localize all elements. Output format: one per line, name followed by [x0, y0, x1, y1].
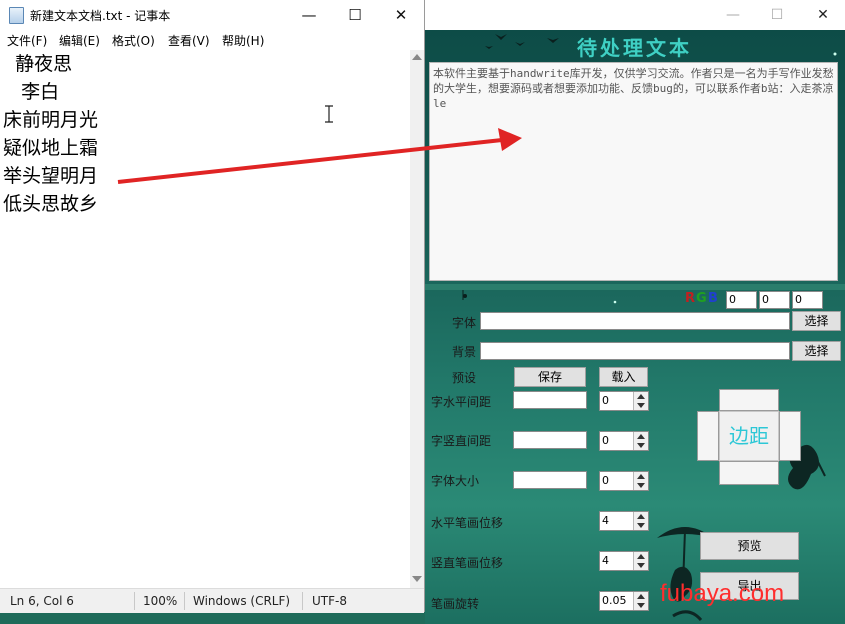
annotation-arrow: [117, 128, 522, 184]
watermark: fubaya.com: [660, 580, 785, 607]
